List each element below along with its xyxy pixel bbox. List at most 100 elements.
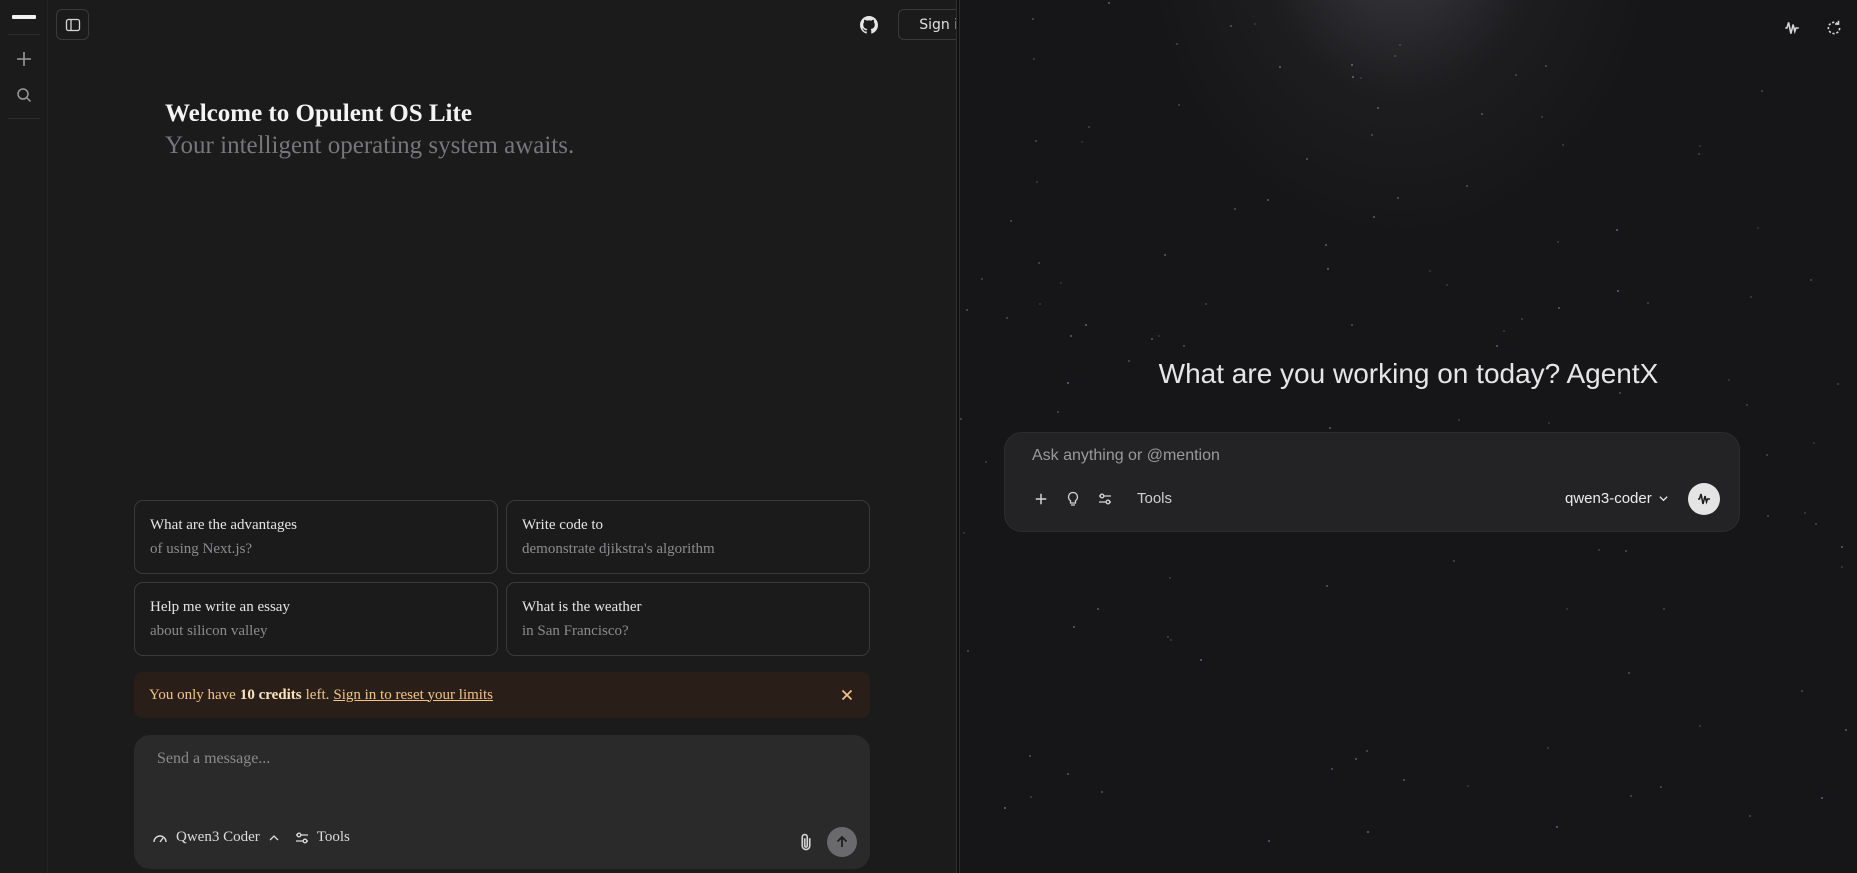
star-dot: [981, 278, 983, 280]
close-icon[interactable]: [838, 686, 856, 704]
star-dot: [1373, 216, 1375, 218]
star-dot: [1200, 659, 1202, 661]
star-dot: [1446, 284, 1448, 286]
voice-button[interactable]: [1688, 483, 1720, 515]
suggestion-subtitle: demonstrate djikstra's algorithm: [522, 541, 715, 557]
star-dot: [1039, 303, 1041, 305]
star-dot: [1749, 815, 1751, 817]
reset-limits-link[interactable]: Sign in to reset your limits: [333, 687, 493, 704]
star-dot: [1158, 335, 1160, 337]
star-dot: [1377, 107, 1379, 109]
star-dot: [1088, 126, 1090, 128]
star-dot: [960, 418, 962, 420]
star-dot: [1841, 546, 1843, 548]
arrow-up-icon: [836, 835, 848, 847]
star-dot: [1279, 66, 1281, 68]
github-button[interactable]: [856, 12, 882, 38]
tools-button[interactable]: Tools: [1137, 490, 1172, 507]
suggestion-card[interactable]: Help me write an essay about silicon val…: [134, 582, 498, 656]
star-dot: [1399, 44, 1401, 46]
star-dot: [1810, 279, 1812, 281]
star-dot: [1033, 58, 1035, 60]
new-chat-icon[interactable]: [14, 49, 34, 69]
star-dot: [1167, 636, 1169, 638]
star-dot: [1038, 262, 1040, 264]
star-dot: [1085, 324, 1087, 326]
voice-wave-icon[interactable]: [1778, 14, 1806, 42]
star-dot: [1327, 268, 1329, 270]
refresh-icon[interactable]: [1820, 14, 1848, 42]
lightbulb-icon[interactable]: [1063, 489, 1083, 509]
chat-main: Sign in Welcome to Opulent OS Lite Your …: [48, 0, 968, 873]
star-dot: [1360, 77, 1362, 79]
sidebar-toggle-button[interactable]: [56, 9, 89, 40]
star-dot: [1331, 768, 1333, 770]
suggestion-card[interactable]: What is the weather in San Francisco?: [506, 582, 870, 656]
star-dot: [1178, 104, 1180, 106]
star-dot: [1371, 134, 1373, 136]
message-composer: Send a message... Qwen3 Coder Tools: [134, 735, 870, 869]
star-dot: [1625, 550, 1627, 552]
star-dot: [1205, 303, 1207, 305]
star-dot: [1352, 76, 1354, 78]
paperclip-icon[interactable]: [796, 832, 816, 852]
welcome-block: Welcome to Opulent OS Lite Your intellig…: [165, 98, 574, 162]
star-dot: [1466, 185, 1468, 187]
star-dot: [1329, 427, 1331, 429]
search-icon[interactable]: [14, 85, 34, 105]
star-dot: [1234, 208, 1236, 210]
model-selector[interactable]: Qwen3 Coder: [152, 829, 280, 846]
star-dot: [1750, 296, 1752, 298]
credits-prefix: You only have: [149, 686, 236, 703]
suggestion-title: What is the weather: [522, 599, 642, 615]
star-dot: [1325, 244, 1327, 246]
model-name: qwen3-coder: [1565, 490, 1652, 507]
send-button[interactable]: [827, 827, 857, 857]
star-dot: [1006, 317, 1008, 319]
composer-toolbar: Qwen3 Coder Tools: [152, 829, 350, 846]
star-dot: [1566, 608, 1568, 610]
star-dot: [1164, 254, 1166, 256]
star-dot: [1151, 338, 1153, 340]
star-dot: [1306, 158, 1308, 160]
suggestion-subtitle: in San Francisco?: [522, 623, 629, 639]
star-dot: [1351, 324, 1353, 326]
github-icon: [860, 16, 878, 34]
star-dot: [1458, 419, 1460, 421]
suggestion-card[interactable]: Write code to demonstrate djikstra's alg…: [506, 500, 870, 574]
star-dot: [1496, 345, 1498, 347]
star-dot: [1813, 442, 1815, 444]
plus-icon[interactable]: [1031, 489, 1051, 509]
suggestion-title: Write code to: [522, 517, 604, 533]
star-dot: [1545, 65, 1547, 67]
star-dot: [1515, 74, 1517, 76]
star-dot: [1081, 141, 1083, 143]
agent-input[interactable]: Ask anything or @mention: [1032, 447, 1220, 465]
credits-suffix: left.: [305, 686, 330, 703]
credits-amount: 10 credits: [239, 686, 302, 703]
suggestion-card[interactable]: What are the advantages of using Next.js…: [134, 500, 498, 574]
sidebar-toggle-icon: [65, 18, 80, 31]
star-dot: [1617, 290, 1619, 292]
star-dot: [1268, 840, 1270, 842]
app-logo[interactable]: [12, 15, 36, 19]
sliders-icon[interactable]: [1095, 489, 1115, 509]
star-dot: [1073, 626, 1075, 628]
star-dot: [1541, 116, 1543, 118]
star-dot: [1619, 392, 1621, 394]
chevron-up-icon: [269, 834, 279, 840]
star-dot: [1057, 411, 1059, 413]
tools-button[interactable]: Tools: [294, 829, 350, 846]
model-selector[interactable]: qwen3-coder: [1565, 490, 1669, 507]
star-dot: [985, 461, 987, 463]
star-dot: [1757, 227, 1759, 229]
welcome-title: Welcome to Opulent OS Lite: [165, 100, 472, 127]
star-dot: [1030, 796, 1032, 798]
star-dot: [1647, 302, 1649, 304]
star-dot: [1176, 43, 1178, 45]
star-dot: [963, 532, 965, 534]
star-dot: [1397, 197, 1399, 199]
agentx-app: What are you working on today? AgentX As…: [960, 0, 1857, 873]
star-dot: [1628, 672, 1630, 674]
message-input[interactable]: Send a message...: [157, 750, 270, 768]
